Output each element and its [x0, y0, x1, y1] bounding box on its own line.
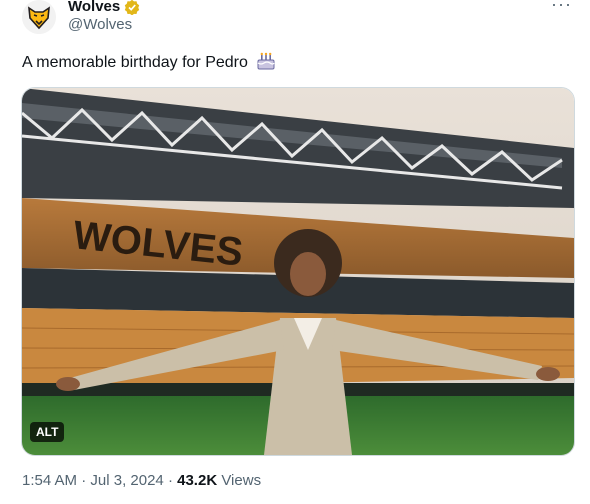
tweet-text-body: A memorable birthday for Pedro	[22, 54, 248, 71]
stadium-photo: WOLVES	[22, 88, 574, 455]
avatar[interactable]	[22, 0, 56, 34]
verified-badge-icon	[125, 0, 140, 15]
more-options-button[interactable]: ···	[551, 0, 572, 15]
tweet-header: Wolves @Wolves ···	[22, 0, 582, 40]
tweet-photo[interactable]: WOLVES	[21, 87, 575, 456]
wolves-logo-icon	[22, 0, 56, 34]
handle[interactable]: @Wolves	[68, 16, 140, 33]
separator: ·	[81, 472, 87, 489]
views-count: 43.2K	[177, 472, 218, 489]
separator: ·	[167, 472, 173, 489]
alt-text-button[interactable]: ALT	[30, 422, 65, 442]
tweet-date[interactable]: Jul 3, 2024	[90, 472, 163, 489]
tweet-time[interactable]: 1:54 AM	[22, 472, 77, 489]
display-name[interactable]: Wolves	[68, 0, 120, 15]
tweet-meta: 1:54 AM · Jul 3, 2024 · 43.2K Views	[22, 472, 261, 489]
tweet-text: A memorable birthday for Pedro	[22, 52, 276, 73]
views-label: Views	[221, 472, 262, 489]
birthday-cake-icon	[257, 52, 275, 70]
